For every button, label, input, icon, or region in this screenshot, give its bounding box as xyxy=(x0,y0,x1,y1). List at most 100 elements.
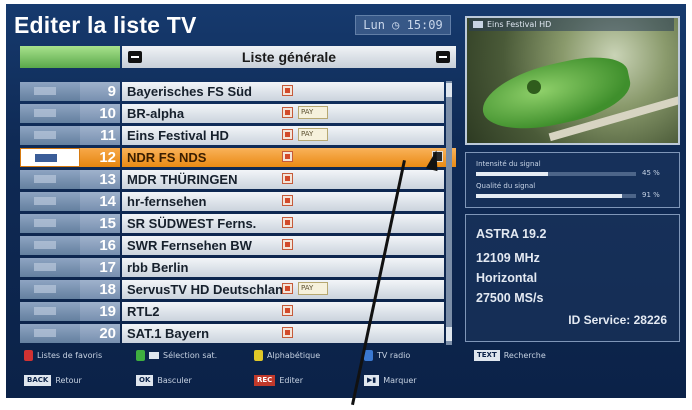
list-header: Liste générale xyxy=(20,46,456,68)
channel-logo-mark xyxy=(34,218,56,227)
channel-logo-mark xyxy=(34,108,56,117)
legend-back-label: Retour xyxy=(55,376,82,385)
favorite-flag-icon xyxy=(282,238,293,250)
channel-row[interactable]: 17 rbb Berlin xyxy=(20,257,456,278)
channel-logo xyxy=(20,125,80,145)
pay-badge: PAY xyxy=(298,105,328,119)
channel-logo-mark xyxy=(35,153,57,162)
favorite-flag-icon xyxy=(282,282,293,294)
channel-number: 14 xyxy=(80,191,120,211)
channel-row[interactable]: 10 BR-alpha PAY xyxy=(20,103,456,124)
channel-row[interactable]: 20 SAT.1 Bayern xyxy=(20,323,456,344)
channel-number: 20 xyxy=(80,323,120,343)
scrollbar-thumb-bottom[interactable] xyxy=(446,327,452,341)
preview-image-chameleon xyxy=(476,49,636,139)
list-header-accent xyxy=(20,46,120,68)
channel-row[interactable]: 19 RTL2 xyxy=(20,301,456,322)
channel-row[interactable]: 13 MDR THÜRINGEN xyxy=(20,169,456,190)
pay-badge: PAY xyxy=(298,127,328,141)
channel-number: 10 xyxy=(80,103,120,123)
legend-yellow[interactable]: Alphabétique xyxy=(254,350,320,361)
favorite-flag-icon xyxy=(282,106,293,118)
service-id: ID Service: 28226 xyxy=(568,313,667,327)
channel-logo xyxy=(20,323,80,343)
preview-image-eye xyxy=(527,80,541,94)
legend-rec[interactable]: REC Editer xyxy=(254,375,303,386)
channel-logo-mark xyxy=(34,328,56,337)
favorite-flag-icon xyxy=(282,326,293,338)
next-list-button[interactable] xyxy=(436,51,450,63)
channel-number: 11 xyxy=(80,125,120,145)
prev-list-button[interactable] xyxy=(128,51,142,63)
legend-blue-label: TV radio xyxy=(377,351,411,360)
pay-badge: PAY xyxy=(298,281,328,295)
favorite-flag-icon xyxy=(282,150,293,162)
channel-row[interactable]: 18 ServusTV HD Deutschland PAY xyxy=(20,279,456,300)
channel-row[interactable]: 14 hr-fernsehen xyxy=(20,191,456,212)
legend-blue[interactable]: TV radio xyxy=(364,350,410,361)
channel-row[interactable]: 12 NDR FS NDS xyxy=(20,147,456,168)
channel-row[interactable]: 16 SWR Fernsehen BW xyxy=(20,235,456,256)
channel-logo xyxy=(20,82,80,101)
channel-number: 15 xyxy=(80,213,120,233)
channel-logo-mark xyxy=(34,174,56,183)
channel-logo-mark xyxy=(34,306,56,315)
channel-number: 9 xyxy=(80,82,120,101)
channel-preview xyxy=(465,16,680,145)
channel-logo xyxy=(20,191,80,211)
legend-ok-label: Basculer xyxy=(157,376,192,385)
tv-icon xyxy=(473,21,483,28)
legend-text[interactable]: TEXT Recherche xyxy=(474,350,546,361)
channel-logo xyxy=(20,213,80,233)
red-button-icon xyxy=(24,350,33,361)
signal-quality-label: Qualité du signal xyxy=(476,182,536,190)
channel-logo-mark xyxy=(34,87,56,95)
legend-back[interactable]: BACK Retour xyxy=(24,375,82,386)
transponder-info-panel: ASTRA 19.2 12109 MHz Horizontal 27500 MS… xyxy=(465,214,680,342)
channel-row[interactable]: 9 Bayerisches FS Süd xyxy=(20,81,456,102)
favorite-flag-icon xyxy=(282,85,293,96)
favorite-flag-icon xyxy=(282,304,293,316)
signal-quality-bar xyxy=(476,194,636,198)
channel-number: 18 xyxy=(80,279,120,299)
channel-logo-mark xyxy=(34,262,56,271)
signal-panel: Intensité du signal 45 % Qualité du sign… xyxy=(465,152,680,208)
channel-number: 17 xyxy=(80,257,120,277)
preview-channel-name: Eins Festival HD xyxy=(487,20,552,29)
page-title: Editer la liste TV xyxy=(14,12,197,38)
legend-red-label: Listes de favoris xyxy=(37,351,103,360)
key-legend: Listes de favoris Sélection sat. Alphabé… xyxy=(6,344,686,398)
favorite-flag-icon xyxy=(282,216,293,228)
back-key-icon: BACK xyxy=(24,375,52,386)
channel-list-scrollbar[interactable] xyxy=(446,81,452,345)
signal-intensity-bar xyxy=(476,172,636,176)
legend-green[interactable]: Sélection sat. xyxy=(136,350,217,361)
favorite-flag-icon xyxy=(282,128,293,140)
channel-number: 19 xyxy=(80,301,120,321)
clock-display: Lun ◷ 15:09 xyxy=(355,15,451,35)
signal-quality-fill xyxy=(476,194,622,198)
green-button-icon xyxy=(136,350,145,361)
preview-label: Eins Festival HD xyxy=(469,18,674,31)
legend-rec-label: Editer xyxy=(279,376,304,385)
channel-number: 16 xyxy=(80,235,120,255)
legend-text-label: Recherche xyxy=(503,351,546,360)
satellite-icon xyxy=(149,352,159,359)
channel-row[interactable]: 11 Eins Festival HD PAY xyxy=(20,125,456,146)
legend-green-label: Sélection sat. xyxy=(163,351,218,360)
text-key-icon: TEXT xyxy=(474,350,500,361)
scrollbar-thumb[interactable] xyxy=(446,83,452,97)
channel-logo xyxy=(20,301,80,321)
frequency: 12109 MHz xyxy=(476,251,540,265)
satellite-name: ASTRA 19.2 xyxy=(476,227,547,241)
legend-ok[interactable]: OK Basculer xyxy=(136,375,192,386)
legend-yellow-label: Alphabétique xyxy=(267,351,321,360)
channel-logo-mark xyxy=(34,240,56,249)
list-title-bar: Liste générale xyxy=(122,46,456,68)
channel-logo xyxy=(20,147,80,167)
favorite-flag-icon xyxy=(282,172,293,184)
legend-red[interactable]: Listes de favoris xyxy=(24,350,102,361)
channel-number: 12 xyxy=(80,147,120,167)
legend-mark[interactable]: ▶▮ Marquer xyxy=(364,375,417,386)
channel-logo xyxy=(20,279,80,299)
